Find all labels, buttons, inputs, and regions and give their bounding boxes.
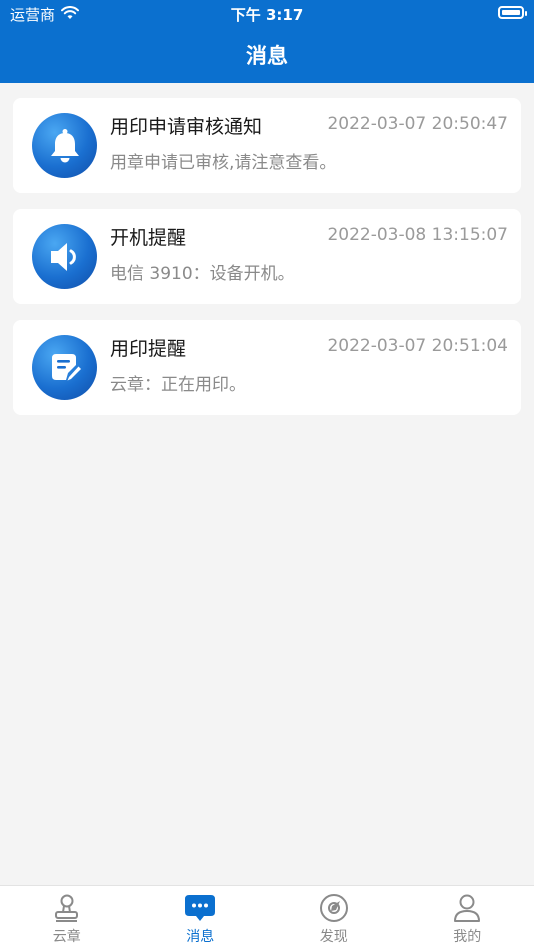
message-desc: 用章申请已审核,请注意查看。 [110, 153, 337, 173]
message-item-stamping[interactable]: 用印提醒 2022-03-07 20:51:04 云章：正在用印。 [13, 320, 521, 415]
message-desc: 云章：正在用印。 [110, 375, 246, 395]
message-item-power-on[interactable]: 开机提醒 2022-03-08 13:15:07 电信 3910：设备开机。 [13, 209, 521, 304]
status-time: 下午 3:17 [230, 6, 304, 24]
person-icon [452, 892, 482, 924]
seal-icon [52, 892, 82, 924]
message-desc: 电信 3910：设备开机。 [110, 264, 295, 284]
tab-label: 云章 [52, 929, 81, 945]
tab-label: 消息 [186, 929, 215, 945]
message-list: 用印申请审核通知 2022-03-07 20:50:47 用章申请已审核,请注意… [13, 98, 521, 431]
chat-bubble-icon [184, 892, 216, 924]
speaker-icon [32, 224, 97, 289]
status-bar: 运营商 下午 3:17 [0, 0, 534, 28]
tab-label: 发现 [319, 929, 348, 945]
bell-icon [32, 113, 97, 178]
message-time: 2022-03-08 13:15:07 [327, 225, 508, 245]
tab-discover[interactable]: 发现 [267, 886, 401, 950]
compass-icon [319, 892, 349, 924]
message-title: 开机提醒 [110, 227, 187, 249]
battery-icon [498, 6, 527, 19]
page-title: 消息 [246, 44, 288, 68]
message-time: 2022-03-07 20:51:04 [327, 336, 508, 356]
tab-seal[interactable]: 云章 [0, 886, 134, 950]
tab-messages[interactable]: 消息 [134, 886, 268, 950]
message-item-audit[interactable]: 用印申请审核通知 2022-03-07 20:50:47 用章申请已审核,请注意… [13, 98, 521, 193]
tab-profile[interactable]: 我的 [401, 886, 534, 950]
message-title: 用印申请审核通知 [110, 116, 263, 138]
tab-bar: 云章 消息 发现 我的 [0, 885, 534, 950]
header: 运营商 下午 3:17 消息 [0, 0, 534, 83]
message-title: 用印提醒 [110, 338, 187, 360]
message-time: 2022-03-07 20:50:47 [327, 114, 508, 134]
edit-document-icon [32, 335, 97, 400]
tab-label: 我的 [453, 929, 482, 945]
